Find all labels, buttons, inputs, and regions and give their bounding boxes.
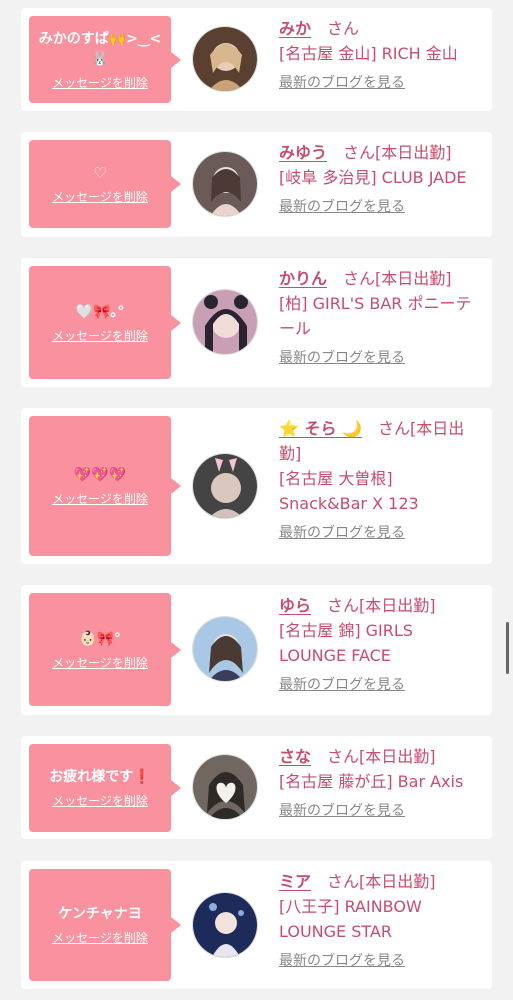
- delete-message-link[interactable]: メッセージを削除: [52, 328, 148, 344]
- message-bubble: 🤍🎀｡° メッセージを削除: [29, 266, 181, 379]
- latest-blog-link[interactable]: 最新のブログを見る: [279, 801, 405, 821]
- cast-name-link[interactable]: かりん: [279, 269, 327, 288]
- message-text: みかのすぱ🙌>‿<🐰: [38, 30, 162, 67]
- name-line: ゆら さん[本日出勤]: [279, 593, 485, 618]
- delete-message-link[interactable]: メッセージを削除: [52, 930, 148, 946]
- name-suffix: さん[本日出勤]: [327, 269, 452, 288]
- shop-name: [名古屋 大曽根] Snack&Bar X 123: [279, 469, 419, 513]
- shop-name: [名古屋 金山] RICH 金山: [279, 44, 458, 63]
- avatar[interactable]: [192, 892, 258, 958]
- list-item: みかのすぱ🙌>‿<🐰 メッセージを削除 みか さん [名古屋 金山] RICH …: [21, 8, 492, 111]
- latest-blog-link[interactable]: 最新のブログを見る: [279, 348, 405, 368]
- delete-message-link[interactable]: メッセージを削除: [52, 793, 148, 809]
- avatar[interactable]: [192, 26, 258, 92]
- message-bubble: みかのすぱ🙌>‿<🐰 メッセージを削除: [29, 16, 181, 103]
- message-bubble: 💖💖💖 メッセージを削除: [29, 416, 181, 556]
- name-line: みか さん: [279, 16, 485, 41]
- list-item: お疲れ様です❗️ メッセージを削除 さな さん[本日出勤] [名古屋 藤が丘] …: [21, 736, 492, 839]
- cast-info: ⭐️ そら 🌙 さん[本日出勤] [名古屋 大曽根] Snack&Bar X 1…: [279, 416, 485, 543]
- message-bubble: ケンチャナヨ メッセージを削除: [29, 869, 181, 981]
- name-suffix: さん[本日出勤]: [311, 596, 436, 615]
- message-bubble: ♡ メッセージを削除: [29, 140, 181, 228]
- latest-blog-link[interactable]: 最新のブログを見る: [279, 523, 405, 543]
- delete-message-link[interactable]: メッセージを削除: [52, 655, 148, 671]
- scrollbar[interactable]: [506, 622, 509, 674]
- avatar[interactable]: [192, 289, 258, 355]
- avatar-photo: [193, 755, 257, 819]
- avatar-photo: [193, 27, 257, 91]
- cast-info: ミア さん[本日出勤] [八王子] RAINBOW LOUNGE STAR 最新…: [279, 869, 485, 971]
- cast-name-link[interactable]: ⭐️ そら 🌙: [279, 419, 362, 438]
- delete-message-link[interactable]: メッセージを削除: [52, 75, 148, 91]
- message-text: お疲れ様です❗️: [49, 769, 151, 785]
- name-suffix: さん[本日出勤]: [311, 872, 436, 891]
- name-line: ミア さん[本日出勤]: [279, 869, 485, 894]
- avatar[interactable]: [192, 754, 258, 820]
- message-list: みかのすぱ🙌>‿<🐰 メッセージを削除 みか さん [名古屋 金山] RICH …: [0, 0, 513, 1000]
- delete-message-link[interactable]: メッセージを削除: [52, 189, 148, 205]
- name-line: さな さん[本日出勤]: [279, 744, 485, 769]
- cast-name-link[interactable]: ミア: [279, 872, 311, 891]
- shop-name: [八王子] RAINBOW LOUNGE STAR: [279, 897, 422, 941]
- cast-name-link[interactable]: ゆら: [279, 596, 311, 615]
- message-text: 💖💖💖: [73, 467, 127, 483]
- name-line: ⭐️ そら 🌙 さん[本日出勤]: [279, 416, 485, 466]
- avatar-photo: [193, 893, 257, 957]
- latest-blog-link[interactable]: 最新のブログを見る: [279, 73, 405, 93]
- cast-info: みゆう さん[本日出勤] [岐阜 多治見] CLUB JADE 最新のブログを見…: [279, 140, 485, 217]
- avatar-photo: [193, 152, 257, 216]
- avatar-photo: [193, 617, 257, 681]
- message-text: ♡: [93, 164, 107, 182]
- cast-name-link[interactable]: みか: [279, 19, 311, 38]
- latest-blog-link[interactable]: 最新のブログを見る: [279, 675, 405, 695]
- latest-blog-link[interactable]: 最新のブログを見る: [279, 197, 405, 217]
- avatar[interactable]: [192, 453, 258, 519]
- name-line: みゆう さん[本日出勤]: [279, 140, 485, 165]
- list-item: 👶🏻🎀° メッセージを削除 ゆら さん[本日出勤] [名古屋 錦] GIRLS …: [21, 585, 492, 715]
- cast-info: ゆら さん[本日出勤] [名古屋 錦] GIRLS LOUNGE FACE 最新…: [279, 593, 485, 695]
- avatar[interactable]: [192, 616, 258, 682]
- shop-name: [柏] GIRL'S BAR ポニーテール: [279, 294, 472, 338]
- name-suffix: さん: [311, 19, 360, 38]
- avatar[interactable]: [192, 151, 258, 217]
- list-item: 🤍🎀｡° メッセージを削除 かりん さん[本日出勤] [柏] GIRL'S BA…: [21, 258, 492, 387]
- message-text: 👶🏻🎀°: [79, 630, 121, 647]
- avatar-photo: [193, 290, 257, 354]
- shop-name: [名古屋 藤が丘] Bar Axis: [279, 772, 464, 791]
- message-bubble: 👶🏻🎀° メッセージを削除: [29, 593, 181, 706]
- list-item: ♡ メッセージを削除 みゆう さん[本日出勤] [岐阜 多治見] CLUB JA…: [21, 132, 492, 237]
- list-item: ケンチャナヨ メッセージを削除 ミア さん[本日出勤] [八王子] RAINBO…: [21, 861, 492, 989]
- name-suffix: さん[本日出勤]: [327, 143, 452, 162]
- message-text: 🤍🎀｡°: [75, 303, 125, 320]
- delete-message-link[interactable]: メッセージを削除: [52, 491, 148, 507]
- cast-info: かりん さん[本日出勤] [柏] GIRL'S BAR ポニーテール 最新のブロ…: [279, 266, 485, 368]
- shop-name: [名古屋 錦] GIRLS LOUNGE FACE: [279, 621, 413, 665]
- name-line: かりん さん[本日出勤]: [279, 266, 485, 291]
- name-suffix: さん[本日出勤]: [311, 747, 436, 766]
- list-item: 💖💖💖 メッセージを削除 ⭐️ そら 🌙 さん[本日出勤] [名古屋 大曽根] …: [21, 408, 492, 564]
- cast-name-link[interactable]: みゆう: [279, 143, 327, 162]
- message-bubble: お疲れ様です❗️ メッセージを削除: [29, 744, 181, 832]
- message-text: ケンチャナヨ: [58, 906, 142, 922]
- avatar-photo: [193, 454, 257, 518]
- shop-name: [岐阜 多治見] CLUB JADE: [279, 168, 467, 187]
- cast-info: さな さん[本日出勤] [名古屋 藤が丘] Bar Axis 最新のブログを見る: [279, 744, 485, 821]
- latest-blog-link[interactable]: 最新のブログを見る: [279, 951, 405, 971]
- cast-name-link[interactable]: さな: [279, 747, 311, 766]
- cast-info: みか さん [名古屋 金山] RICH 金山 最新のブログを見る: [279, 16, 485, 93]
